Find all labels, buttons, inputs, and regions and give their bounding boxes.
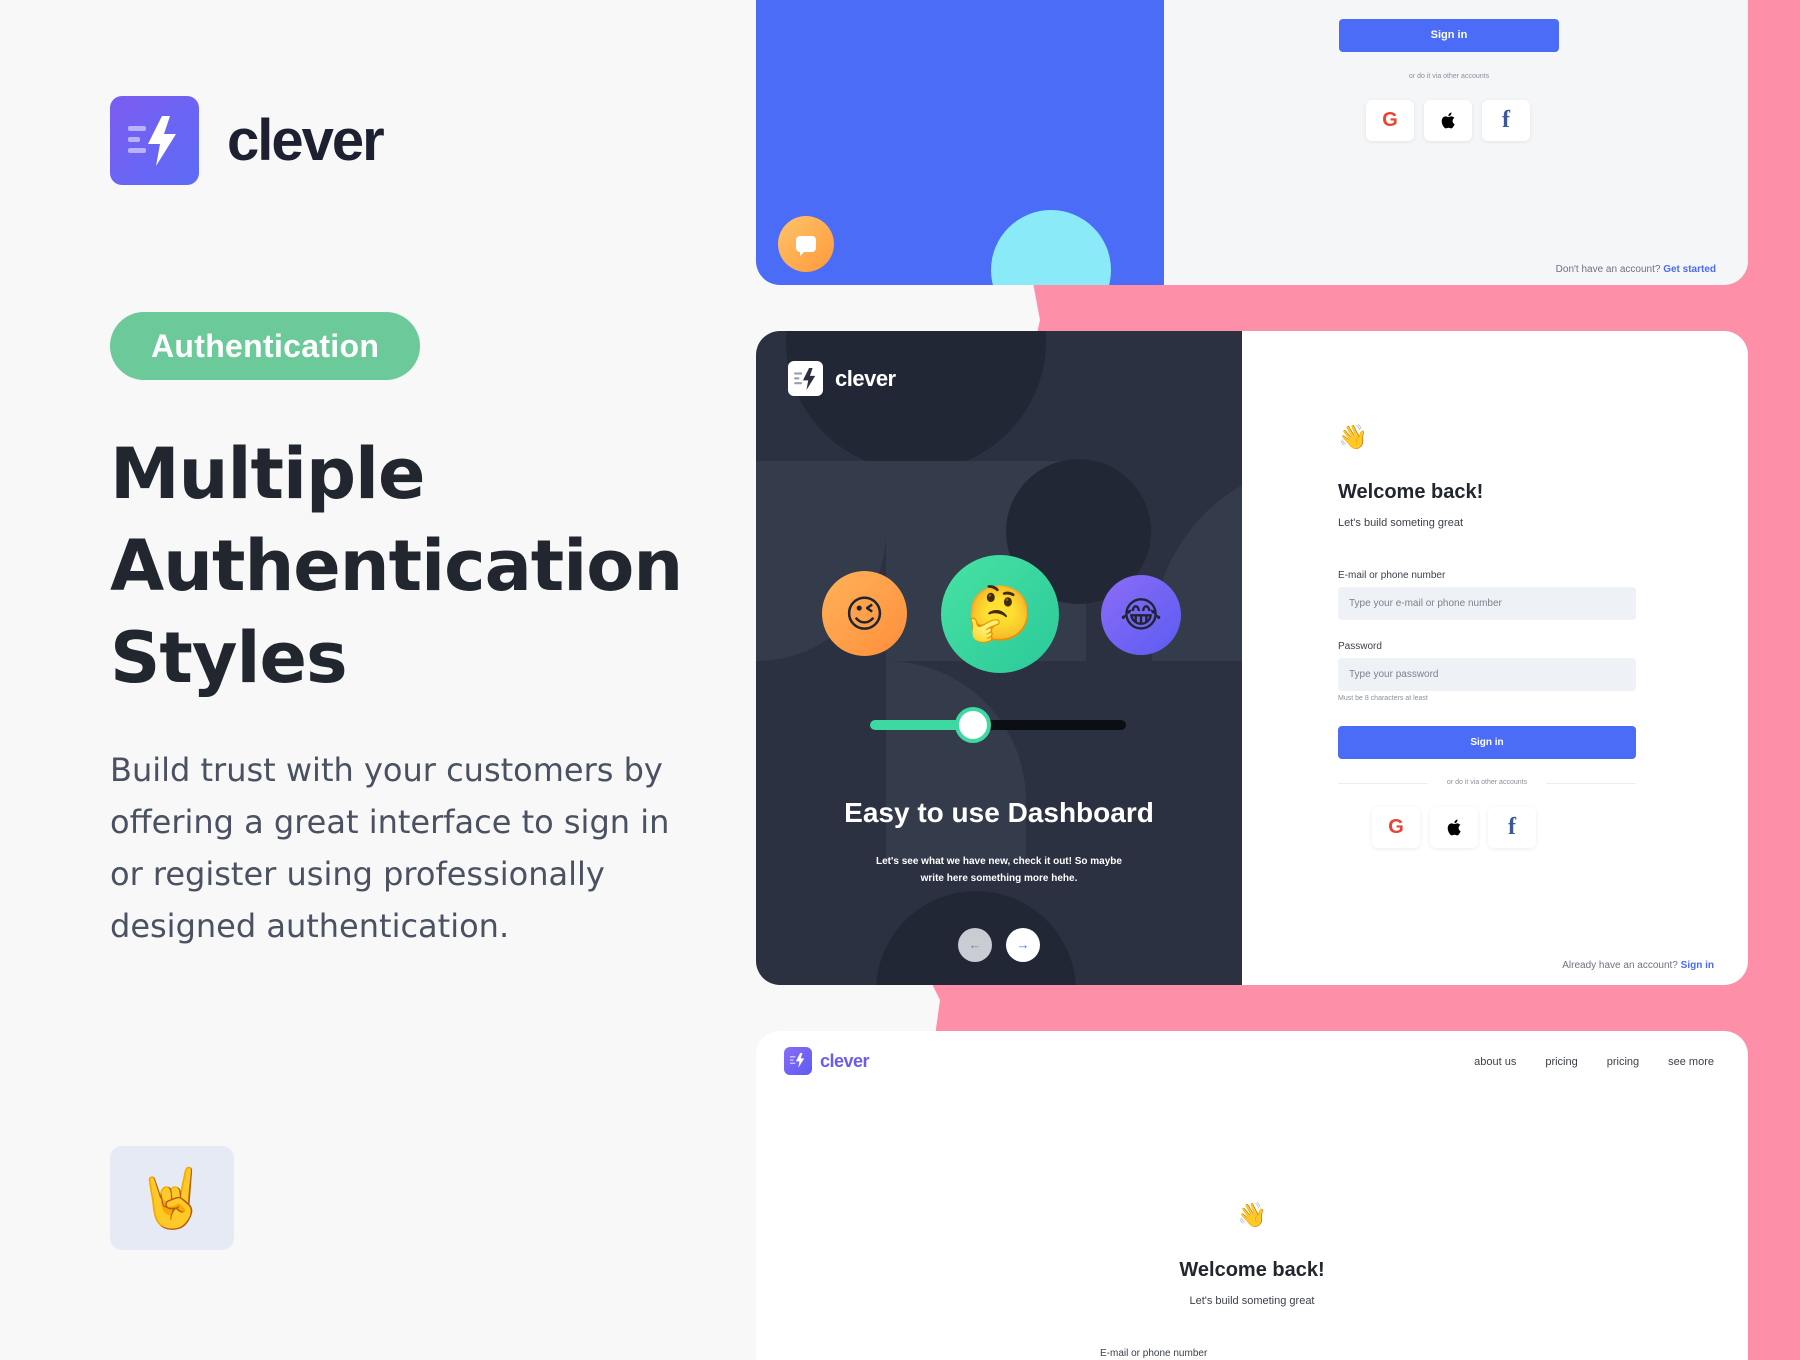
- password-hint: Must be 8 characters at least: [1338, 695, 1428, 702]
- pink-strip: [1748, 0, 1800, 1360]
- password-label: Password: [1338, 641, 1382, 652]
- nav-item-see-more[interactable]: see more: [1668, 1056, 1714, 1068]
- carousel-title: Easy to use Dashboard: [844, 797, 1154, 828]
- signup-prompt-text: Don't have an account?: [1555, 264, 1661, 275]
- slider-handle[interactable]: [955, 707, 991, 743]
- chat-icon[interactable]: [778, 216, 834, 272]
- headline-line: Styles: [110, 617, 348, 699]
- google-icon[interactable]: G: [1366, 100, 1414, 141]
- next-arrow-button[interactable]: →: [1006, 928, 1040, 962]
- waving-hand-icon: 👋: [1237, 1201, 1267, 1229]
- brand-logo-icon: [784, 1047, 812, 1075]
- brand: clever: [110, 96, 385, 185]
- social-login-group: G f: [1366, 100, 1530, 141]
- header-brand[interactable]: clever: [784, 1047, 870, 1075]
- signin-prompt-text: Already have an account?: [1562, 960, 1678, 971]
- apple-icon[interactable]: [1430, 807, 1478, 848]
- thinking-emoji-icon: 🤔: [941, 555, 1059, 673]
- signin-form-panel: 👋 Welcome back! Let's build someting gre…: [1242, 331, 1748, 985]
- brand-name: clever: [227, 108, 385, 173]
- apple-icon[interactable]: [1424, 100, 1472, 141]
- bg-shape: [886, 661, 1026, 861]
- headline-line: Multiple: [110, 433, 426, 515]
- brand-logo-icon: [110, 96, 199, 185]
- email-label: E-mail or phone number: [1338, 570, 1446, 581]
- get-started-link[interactable]: Get started: [1663, 264, 1716, 275]
- brand-name: clever: [835, 365, 896, 391]
- welcome-title: Welcome back!: [1179, 1259, 1325, 1281]
- wink-emoji-icon: 😉: [822, 571, 907, 656]
- auth-card-style-3: clever about us pricing pricing see more…: [756, 1031, 1748, 1360]
- nav-item-about-us[interactable]: about us: [1474, 1056, 1516, 1068]
- or-divider-text: or do it via other accounts: [1338, 779, 1636, 786]
- signin-button[interactable]: Sign in: [1339, 19, 1559, 52]
- rock-on-hand-icon: 🤘: [110, 1146, 234, 1250]
- nav-item-pricing[interactable]: pricing: [1607, 1056, 1639, 1068]
- signin-button[interactable]: Sign in: [1338, 726, 1636, 759]
- auth-card-style-1: Sign in or do it via other accounts G f …: [756, 0, 1748, 285]
- carousel-subtitle: Let's see what we have new, check it out…: [876, 856, 1122, 884]
- blue-panel: [756, 0, 1164, 285]
- auth-card-style-2: clever 😉 🤔 😂 Easy to use Dashboard Let's…: [756, 331, 1748, 985]
- welcome-subtitle: Let's build someting great: [1338, 517, 1464, 529]
- description: Build trust with your customers by offer…: [110, 751, 670, 945]
- headline: Multiple Authentication Styles: [110, 428, 683, 704]
- facebook-icon[interactable]: f: [1482, 100, 1530, 141]
- brand-name: clever: [820, 1050, 870, 1071]
- decorative-circle: [991, 210, 1111, 285]
- password-field[interactable]: Type your password: [1338, 658, 1636, 691]
- facebook-icon[interactable]: f: [1488, 807, 1536, 848]
- waving-hand-icon: 👋: [1338, 423, 1368, 451]
- nav-item-pricing[interactable]: pricing: [1545, 1056, 1577, 1068]
- badge-glyph: 🤘: [135, 1163, 209, 1232]
- emoji-glyph: 🤔: [966, 582, 1034, 645]
- welcome-title: Welcome back!: [1338, 481, 1484, 503]
- signin-link[interactable]: Sign in: [1681, 960, 1714, 971]
- dark-panel-brand: clever: [788, 361, 896, 396]
- welcome-subtitle: Let's build someting great: [1189, 1295, 1315, 1307]
- dark-panel: clever 😉 🤔 😂 Easy to use Dashboard Let's…: [756, 331, 1242, 985]
- laughing-emoji-icon: 😂: [1101, 575, 1181, 655]
- headline-line: Authentication: [110, 525, 683, 607]
- email-label: E-mail or phone number: [1100, 1348, 1208, 1359]
- emoji-glyph: 😂: [1119, 594, 1163, 636]
- bg-shape: [786, 331, 1046, 471]
- emoji-glyph: 😉: [844, 591, 885, 636]
- or-divider-text: or do it via other accounts: [1408, 73, 1490, 80]
- email-field[interactable]: Type your e-mail or phone number: [1338, 587, 1636, 620]
- social-login-group: G f: [1372, 807, 1536, 848]
- category-tag: Authentication: [110, 312, 421, 380]
- google-icon[interactable]: G: [1372, 807, 1420, 848]
- signup-prompt: Don't have an account? Get started: [1556, 264, 1716, 275]
- signin-prompt: Already have an account? Sign in: [1562, 960, 1714, 971]
- top-nav: about us pricing pricing see more: [1474, 1056, 1714, 1068]
- previous-arrow-button[interactable]: ←: [958, 928, 992, 962]
- brand-logo-icon: [788, 361, 823, 396]
